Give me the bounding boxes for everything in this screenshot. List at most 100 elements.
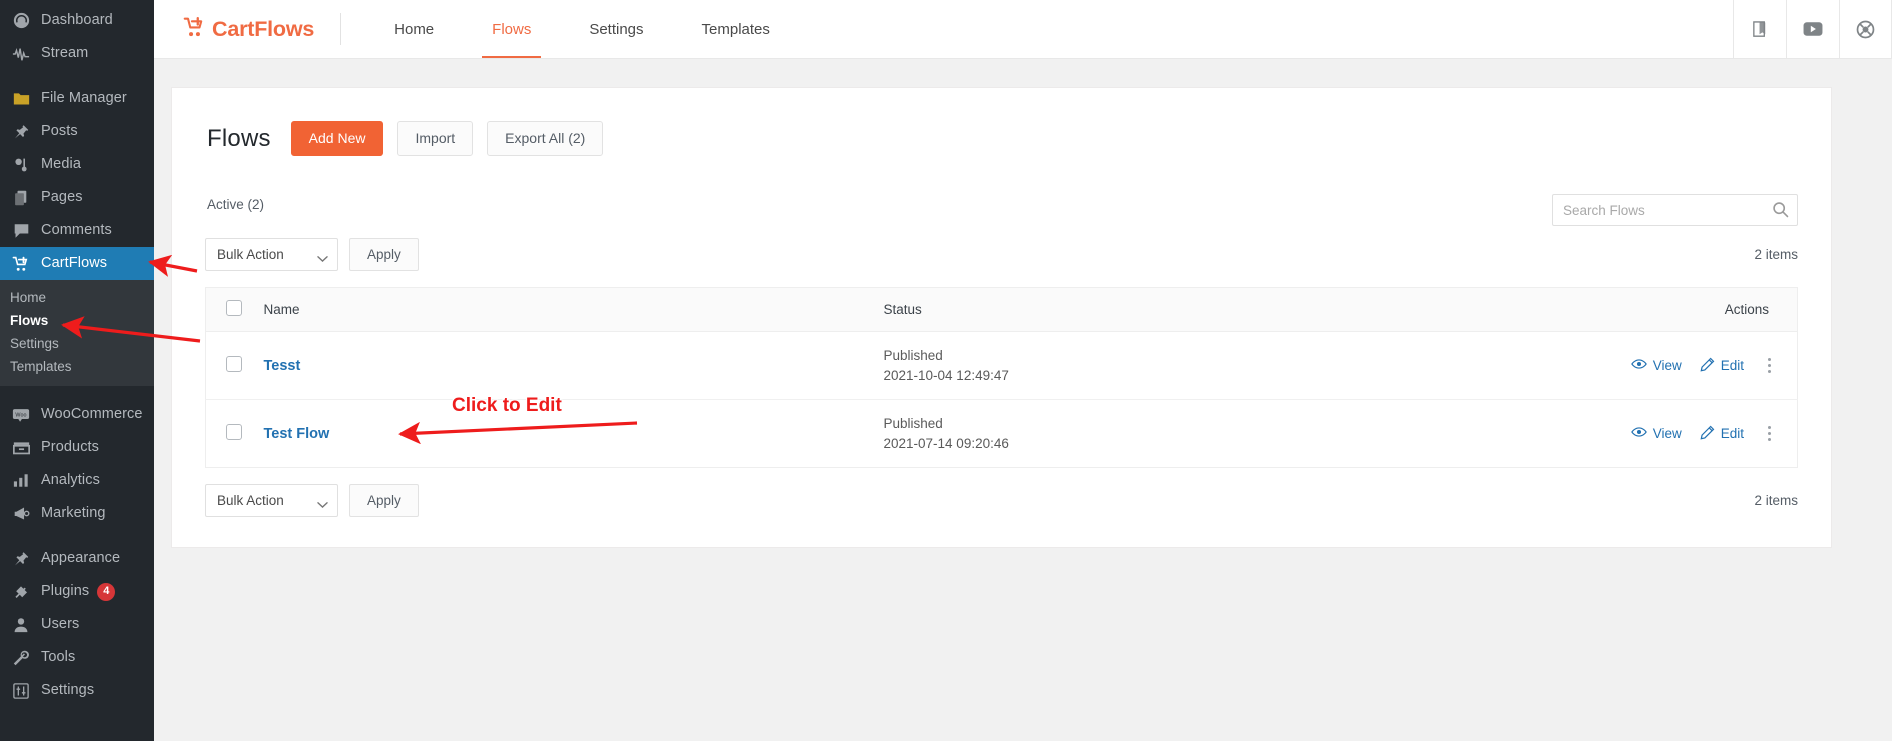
edit-action[interactable]: Edit bbox=[1700, 425, 1744, 443]
pencil-icon bbox=[1700, 425, 1715, 443]
sidebar-item-label: Comments bbox=[41, 223, 112, 238]
sidebar-item-appearance[interactable]: Appearance bbox=[0, 542, 154, 575]
more-options-icon[interactable] bbox=[1762, 424, 1777, 443]
cartflows-logo[interactable]: CartFlows bbox=[154, 0, 340, 58]
topbar-spacer bbox=[799, 0, 1733, 58]
view-label: View bbox=[1653, 426, 1682, 441]
filter-row: Active (2) bbox=[205, 194, 1798, 226]
sidebar-item-pages[interactable]: Pages bbox=[0, 181, 154, 214]
plug-icon bbox=[10, 582, 32, 602]
sidebar-item-comments[interactable]: Comments bbox=[0, 214, 154, 247]
bulk-left-bottom: Bulk Action Apply bbox=[205, 484, 419, 517]
submenu-item-templates[interactable]: Templates bbox=[0, 355, 154, 378]
sidebar-item-users[interactable]: Users bbox=[0, 608, 154, 641]
tab-home[interactable]: Home bbox=[365, 0, 463, 58]
sidebar-item-woocommerce[interactable]: Woo WooCommerce bbox=[0, 398, 154, 431]
row-checkbox[interactable] bbox=[226, 356, 242, 372]
view-action[interactable]: View bbox=[1631, 358, 1682, 373]
more-options-icon[interactable] bbox=[1762, 356, 1777, 375]
sidebar-item-posts[interactable]: Posts bbox=[0, 115, 154, 148]
status-badge: Published bbox=[884, 414, 1524, 434]
table-row: Tesst Published 2021-10-04 12:49:47 bbox=[206, 332, 1798, 400]
kebab-dot bbox=[1768, 358, 1771, 361]
comment-icon bbox=[10, 221, 32, 241]
sidebar-separator bbox=[0, 386, 154, 398]
sidebar-item-label: Dashboard bbox=[41, 13, 113, 28]
sidebar-item-tools[interactable]: Tools bbox=[0, 641, 154, 674]
export-all-button[interactable]: Export All (2) bbox=[487, 121, 603, 156]
tab-templates[interactable]: Templates bbox=[673, 0, 799, 58]
row-name-cell: Test Flow bbox=[264, 400, 884, 468]
sidebar-item-stream[interactable]: Stream bbox=[0, 37, 154, 70]
flow-name-link[interactable]: Test Flow bbox=[264, 426, 330, 442]
apply-button-bottom[interactable]: Apply bbox=[349, 484, 419, 517]
youtube-icon[interactable] bbox=[1786, 0, 1839, 58]
edit-action[interactable]: Edit bbox=[1700, 357, 1744, 375]
search-flows-box bbox=[1552, 194, 1798, 226]
media-icon bbox=[10, 155, 32, 175]
select-all-checkbox[interactable] bbox=[226, 300, 242, 316]
sidebar-item-media[interactable]: Media bbox=[0, 148, 154, 181]
bulk-action-select-top[interactable]: Bulk Action bbox=[205, 238, 338, 271]
view-action[interactable]: View bbox=[1631, 426, 1682, 441]
search-input[interactable] bbox=[1552, 194, 1798, 226]
sidebar-item-marketing[interactable]: Marketing bbox=[0, 497, 154, 530]
bulk-action-select-bottom[interactable]: Bulk Action bbox=[205, 484, 338, 517]
table-header-row: Name Status Actions bbox=[206, 288, 1798, 332]
bulk-select-wrap-top: Bulk Action bbox=[205, 238, 338, 271]
sidebar-item-label: Products bbox=[41, 440, 99, 455]
sidebar-item-label: Marketing bbox=[41, 506, 106, 521]
tab-settings[interactable]: Settings bbox=[560, 0, 672, 58]
page-wrapper: Flows Add New Import Export All (2) Acti… bbox=[154, 59, 1892, 741]
sidebar-item-label: Settings bbox=[41, 683, 94, 698]
active-filter-link[interactable]: Active (2) bbox=[205, 194, 264, 212]
eye-icon bbox=[1631, 426, 1647, 441]
sidebar-item-plugins[interactable]: Plugins 4 bbox=[0, 575, 154, 608]
sidebar-item-label: Analytics bbox=[41, 473, 100, 488]
tab-flows[interactable]: Flows bbox=[463, 0, 560, 58]
eye-icon bbox=[1631, 358, 1647, 373]
sidebar-item-products[interactable]: Products bbox=[0, 431, 154, 464]
row-checkbox-cell bbox=[206, 332, 264, 400]
sidebar-item-label: WooCommerce bbox=[41, 407, 143, 422]
flows-header: Flows Add New Import Export All (2) bbox=[205, 121, 1798, 156]
sidebar-item-settings[interactable]: Settings bbox=[0, 674, 154, 707]
pages-icon bbox=[10, 188, 32, 208]
items-count-top: 2 items bbox=[1754, 247, 1798, 262]
book-icon[interactable] bbox=[1733, 0, 1786, 58]
table-row: Test Flow Published 2021-07-14 09:20:46 bbox=[206, 400, 1798, 468]
kebab-dot bbox=[1768, 370, 1771, 373]
products-icon bbox=[10, 438, 32, 458]
row-actions-cell: View Edit bbox=[1524, 400, 1798, 468]
add-new-button[interactable]: Add New bbox=[291, 121, 384, 156]
submenu-item-home[interactable]: Home bbox=[0, 286, 154, 309]
dashboard-icon bbox=[10, 11, 32, 31]
import-button[interactable]: Import bbox=[397, 121, 473, 156]
bulk-select-wrap-bottom: Bulk Action bbox=[205, 484, 338, 517]
pencil-icon bbox=[1700, 357, 1715, 375]
main-content-area: CartFlows Home Flows Settings Templates bbox=[154, 0, 1892, 741]
apply-button-top[interactable]: Apply bbox=[349, 238, 419, 271]
bulk-action-row-top: Bulk Action Apply 2 items bbox=[205, 238, 1798, 271]
stream-icon bbox=[10, 44, 32, 64]
search-icon[interactable] bbox=[1772, 201, 1789, 223]
sidebar-item-label: Users bbox=[41, 617, 79, 632]
cartflows-brand-text: CartFlows bbox=[212, 17, 314, 42]
view-label: View bbox=[1653, 358, 1682, 373]
kebab-dot bbox=[1768, 426, 1771, 429]
lifebuoy-icon[interactable] bbox=[1839, 0, 1892, 58]
submenu-item-settings[interactable]: Settings bbox=[0, 332, 154, 355]
sidebar-item-dashboard[interactable]: Dashboard bbox=[0, 4, 154, 37]
status-date: 2021-10-04 12:49:47 bbox=[884, 366, 1524, 386]
sidebar-item-analytics[interactable]: Analytics bbox=[0, 464, 154, 497]
submenu-item-flows[interactable]: Flows bbox=[0, 309, 154, 332]
sidebar-item-file-manager[interactable]: File Manager bbox=[0, 82, 154, 115]
row-checkbox[interactable] bbox=[226, 424, 242, 440]
sidebar-item-cartflows[interactable]: CartFlows bbox=[0, 247, 154, 280]
sidebar-item-label: File Manager bbox=[41, 91, 127, 106]
flow-name-link[interactable]: Tesst bbox=[264, 358, 301, 374]
flows-card: Flows Add New Import Export All (2) Acti… bbox=[171, 87, 1832, 548]
column-actions: Actions bbox=[1524, 288, 1798, 332]
woocommerce-icon: Woo bbox=[10, 405, 32, 425]
cartflows-submenu: Home Flows Settings Templates bbox=[0, 280, 154, 386]
